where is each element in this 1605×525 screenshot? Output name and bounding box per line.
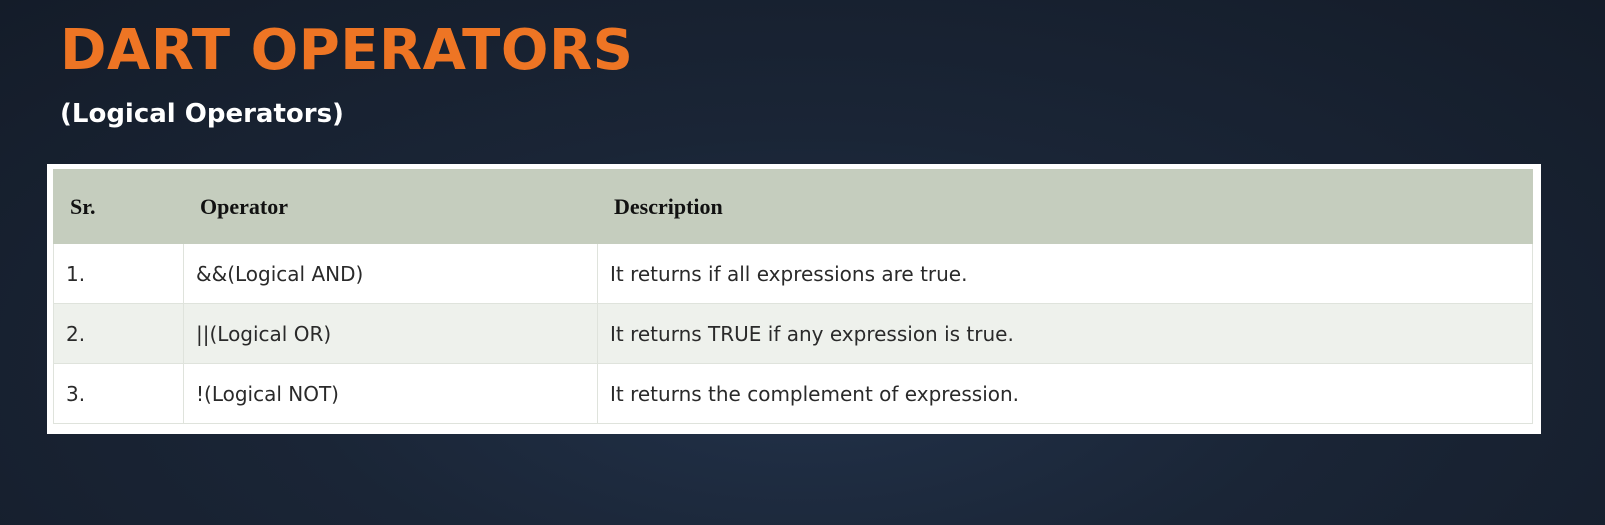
cell-description: It returns if all expressions are true. [597,243,1533,304]
cell-operator: !(Logical NOT) [183,363,598,424]
cell-operator: &&(Logical AND) [183,243,598,304]
cell-sr: 3. [53,363,184,424]
header-sr: Sr. [53,169,184,244]
slide-subtitle: (Logical Operators) [60,99,344,129]
header-description: Description [597,169,1533,244]
cell-sr: 2. [53,303,184,364]
cell-sr: 1. [53,243,184,304]
cell-description: It returns TRUE if any expression is tru… [597,303,1533,364]
operators-table-frame: Sr. Operator Description 1. &&(Logical A… [47,164,1541,434]
table-row: 1. &&(Logical AND) It returns if all exp… [53,243,1533,304]
header-operator: Operator [183,169,598,244]
table-row: 2. ||(Logical OR) It returns TRUE if any… [53,303,1533,364]
cell-description: It returns the complement of expression. [597,363,1533,424]
table-row: 3. !(Logical NOT) It returns the complem… [53,363,1533,424]
table-header-row: Sr. Operator Description [53,169,1533,244]
slide-title: DART OPERATORS [60,18,634,83]
logical-operators-table: Sr. Operator Description 1. &&(Logical A… [53,169,1533,424]
cell-operator: ||(Logical OR) [183,303,598,364]
